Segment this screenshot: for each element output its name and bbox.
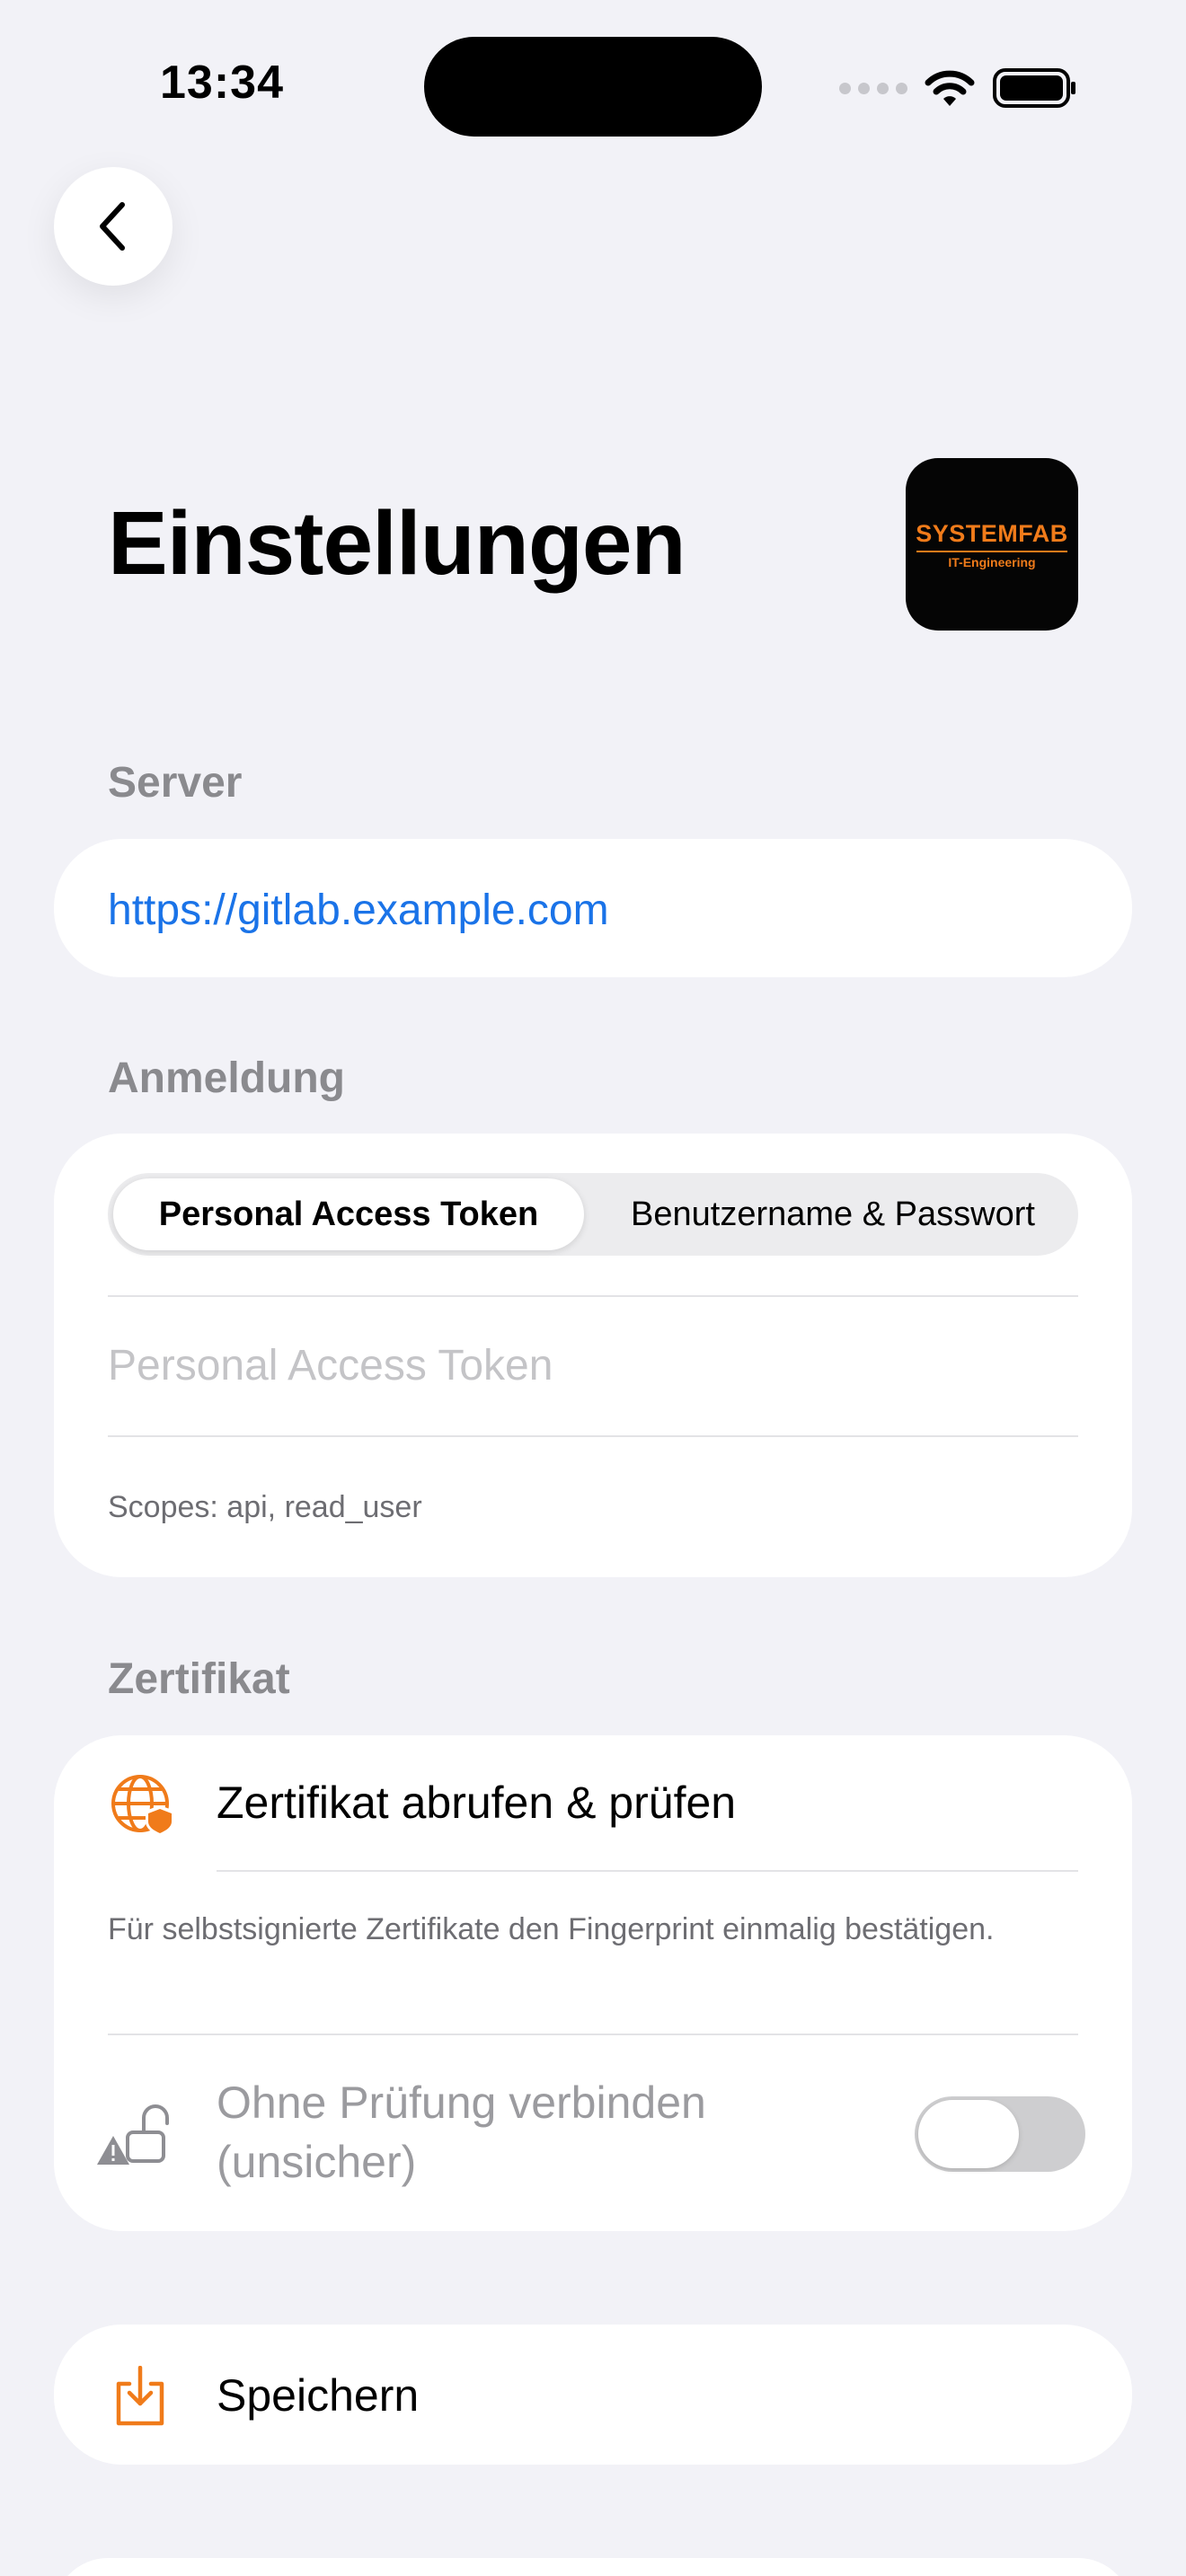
segment-username-password[interactable]: Benutzername & Passwort <box>593 1178 1073 1250</box>
login-section-title: Anmeldung <box>108 1054 345 1102</box>
divider <box>217 1870 1078 1872</box>
scopes-note: Scopes: api, read_user <box>108 1490 422 1524</box>
settings-screen: 13:34 Einstellungen SYSTEMFAB IT-Enginee… <box>0 0 1186 2576</box>
logo-wordmark: SYSTEMFAB <box>916 519 1068 547</box>
server-url-field[interactable]: https://gitlab.example.com <box>108 886 609 935</box>
certificate-note: Für selbstsignierte Zertifikate den Fing… <box>108 1912 995 1946</box>
chevron-left-icon <box>100 202 125 251</box>
app-logo: SYSTEMFAB IT-Engineering <box>906 458 1078 631</box>
insecure-connect-label: Ohne Prüfung verbinden (unsicher) <box>217 2078 706 2187</box>
certificate-section-title: Zertifikat <box>108 1655 290 1703</box>
page-title: Einstellungen <box>108 493 686 594</box>
login-card: Personal Access Token Benutzername & Pas… <box>54 1134 1132 1577</box>
save-button[interactable]: Speichern <box>54 2325 1132 2465</box>
server-card: https://gitlab.example.com <box>54 839 1132 977</box>
insecure-connect-toggle[interactable] <box>915 2096 1085 2172</box>
logo-tagline: IT-Engineering <box>948 554 1036 569</box>
unlocked-warning-icon <box>97 2104 169 2165</box>
certificate-card: Zertifikat abrufen & prüfen Für selbstsi… <box>54 1735 1132 2231</box>
save-label: Speichern <box>217 2370 420 2421</box>
auth-method-segmented-control: Personal Access Token Benutzername & Pas… <box>108 1173 1078 1256</box>
cellular-signal-icon <box>839 82 907 94</box>
fetch-certificate-button[interactable]: Zertifikat abrufen & prüfen <box>54 1735 1132 1870</box>
divider <box>108 1295 1078 1297</box>
download-tray-icon <box>116 2366 164 2426</box>
divider <box>108 2033 1078 2035</box>
toggle-knob <box>918 2100 1019 2168</box>
divider <box>108 1435 1078 1437</box>
back-button[interactable] <box>54 167 173 286</box>
wifi-icon <box>925 70 975 106</box>
server-section-title: Server <box>108 759 243 807</box>
battery-icon <box>993 68 1075 108</box>
fetch-certificate-label: Zertifikat abrufen & prüfen <box>217 1778 737 1828</box>
next-card <box>54 2558 1132 2576</box>
token-input[interactable] <box>108 1329 1078 1401</box>
dynamic-island <box>424 37 762 137</box>
segment-personal-access-token[interactable]: Personal Access Token <box>113 1178 584 1250</box>
status-icons <box>839 63 1078 113</box>
status-time: 13:34 <box>160 57 284 109</box>
globe-shield-icon <box>111 1775 174 1836</box>
